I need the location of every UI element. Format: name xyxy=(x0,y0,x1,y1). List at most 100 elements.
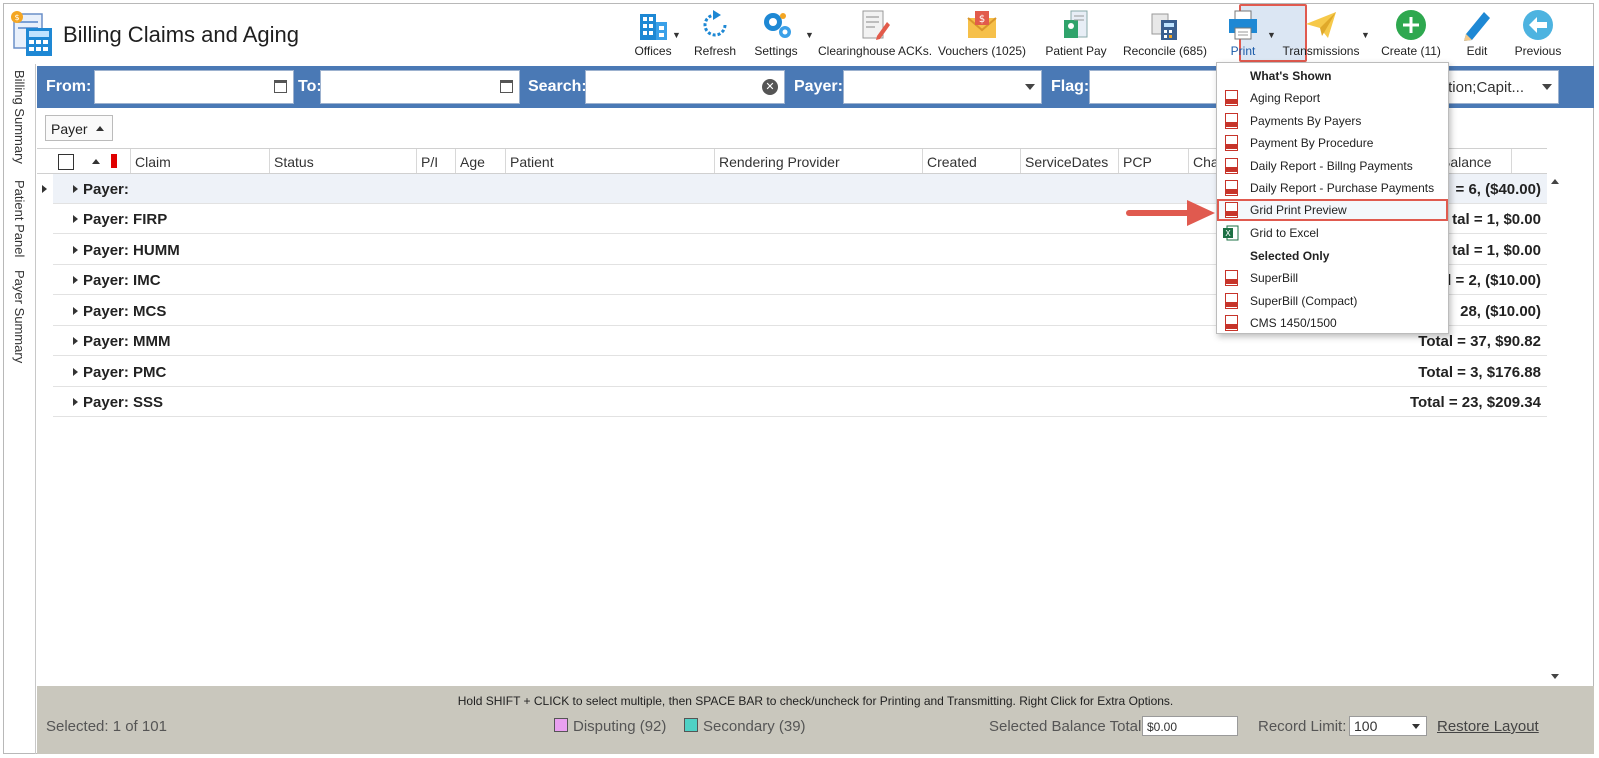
menu-item-grid-print-preview[interactable]: Grid Print Preview xyxy=(1217,199,1448,221)
disputing-swatch xyxy=(554,718,568,732)
column-header-claim[interactable]: Claim xyxy=(130,149,269,173)
pdf-icon xyxy=(1225,315,1238,331)
menu-item-daily-report-purchase-payments[interactable]: Daily Report - Purchase Payments xyxy=(1217,177,1448,199)
secondary-swatch xyxy=(684,718,698,732)
print-button[interactable]: Print xyxy=(1219,4,1267,62)
search-label: Search: xyxy=(528,78,587,95)
pdf-icon xyxy=(1225,113,1238,129)
menu-item-payments-by-payers[interactable]: Payments By Payers xyxy=(1217,110,1448,132)
vouchers-button[interactable]: $ Vouchers (1025) xyxy=(938,4,1026,62)
menu-item-payment-by-procedure[interactable]: Payment By Procedure xyxy=(1217,132,1448,154)
group-row[interactable]: Payer: PMC Total = 3, $176.88 xyxy=(53,357,1547,387)
transmissions-button[interactable]: Transmissions xyxy=(1282,4,1360,62)
menu-item-superbill-compact[interactable]: SuperBill (Compact) xyxy=(1217,290,1448,312)
menu-item-aging-report[interactable]: Aging Report xyxy=(1217,87,1448,109)
calendar-icon[interactable] xyxy=(274,80,287,93)
menu-item-grid-to-excel[interactable]: X Grid to Excel xyxy=(1217,222,1448,244)
patient-pay-button[interactable]: Patient Pay xyxy=(1042,4,1110,62)
calculator-icon xyxy=(1151,13,1177,40)
to-date-input[interactable] xyxy=(320,70,520,104)
settings-gear-icon xyxy=(764,13,791,38)
refresh-icon xyxy=(703,10,727,37)
side-tab-payer-summary[interactable]: Payer Summary xyxy=(12,270,27,363)
clearinghouse-acks-button[interactable]: Clearinghouse ACKs. xyxy=(818,4,932,62)
expand-arrow-icon[interactable] xyxy=(73,337,78,345)
pdf-icon xyxy=(1225,135,1238,151)
scroll-up-icon[interactable] xyxy=(1551,179,1559,184)
pencil-icon xyxy=(1464,12,1490,41)
envelope-money-icon: $ xyxy=(967,11,997,38)
sort-ascending-icon[interactable] xyxy=(92,159,100,164)
expand-arrow-icon[interactable] xyxy=(73,185,78,193)
calendar-icon[interactable] xyxy=(500,80,513,93)
menu-header-selected-only: Selected Only xyxy=(1250,249,1330,263)
menu-item-daily-report-billing-payments[interactable]: Daily Report - Billng Payments xyxy=(1217,155,1448,177)
transmissions-dropdown-caret[interactable]: ▼ xyxy=(1361,4,1371,62)
pdf-icon xyxy=(1225,270,1238,286)
group-by-payer-chip[interactable]: Payer xyxy=(45,115,113,141)
group-chip-label: Payer xyxy=(51,121,88,137)
expand-arrow-icon[interactable] xyxy=(73,246,78,254)
excel-icon: X xyxy=(1223,225,1239,241)
disputing-legend: Disputing (92) xyxy=(573,718,667,735)
to-label: To: xyxy=(298,78,322,95)
current-row-indicator xyxy=(42,185,47,193)
edit-button[interactable]: Edit xyxy=(1452,4,1502,62)
group-row[interactable]: Payer: SSS Total = 23, $209.34 xyxy=(53,387,1547,417)
pdf-icon xyxy=(1225,202,1238,218)
expand-arrow-icon[interactable] xyxy=(73,215,78,223)
scroll-down-icon[interactable] xyxy=(1551,674,1559,679)
grid-vertical-scrollbar[interactable] xyxy=(1547,174,1563,685)
svg-text:$: $ xyxy=(14,13,19,22)
billing-calculator-icon: $ xyxy=(11,11,52,56)
selection-hint: Hold SHIFT + CLICK to select multiple, t… xyxy=(457,694,1174,708)
restore-layout-link[interactable]: Restore Layout xyxy=(1437,718,1539,735)
svg-text:X: X xyxy=(1225,229,1231,238)
column-header-age[interactable]: Age xyxy=(455,149,505,173)
column-header-patient[interactable]: Patient xyxy=(505,149,714,173)
record-limit-label: Record Limit: xyxy=(1258,718,1347,735)
column-header-status[interactable]: Status xyxy=(269,149,416,173)
reconcile-button[interactable]: Reconcile (685) xyxy=(1120,4,1210,62)
menu-item-superbill[interactable]: SuperBill xyxy=(1217,267,1448,289)
flag-select-value: ation;Capit... xyxy=(1439,79,1524,96)
settings-dropdown-caret[interactable]: ▼ xyxy=(805,4,815,62)
payer-select[interactable] xyxy=(843,70,1042,104)
settings-button[interactable]: Settings xyxy=(748,4,804,62)
expand-arrow-icon[interactable] xyxy=(73,398,78,406)
expand-arrow-icon[interactable] xyxy=(73,368,78,376)
create-button[interactable]: Create (11) xyxy=(1378,4,1444,62)
expand-arrow-icon[interactable] xyxy=(73,307,78,315)
selected-balance-field: $0.00 xyxy=(1142,716,1238,736)
plus-circle-icon xyxy=(1396,10,1426,40)
column-header-pi[interactable]: P/I xyxy=(416,149,455,173)
column-header-created[interactable]: Created xyxy=(922,149,1020,173)
side-tab-billing-summary[interactable]: Billing Summary xyxy=(12,70,27,164)
chevron-down-icon xyxy=(1412,724,1420,729)
select-all-checkbox[interactable] xyxy=(58,154,74,170)
expand-arrow-icon[interactable] xyxy=(73,276,78,284)
flag-label: Flag: xyxy=(1051,78,1090,95)
record-limit-select[interactable]: 100 xyxy=(1349,716,1427,736)
column-header-rendering-provider[interactable]: Rendering Provider xyxy=(714,149,922,173)
flag-column-icon xyxy=(111,154,117,168)
print-dropdown-menu: What's Shown Aging Report Payments By Pa… xyxy=(1216,62,1449,334)
side-tab-patient-panel[interactable]: Patient Panel xyxy=(12,180,27,257)
chevron-down-icon xyxy=(1542,84,1552,90)
pdf-icon xyxy=(1225,293,1238,309)
column-header-pcp[interactable]: PCP xyxy=(1118,149,1188,173)
print-dropdown-caret[interactable]: ▼ xyxy=(1267,4,1277,62)
column-header-service-dates[interactable]: ServiceDates xyxy=(1020,149,1118,173)
paper-plane-icon xyxy=(1306,12,1336,38)
refresh-button[interactable]: Refresh xyxy=(690,4,740,62)
previous-button[interactable]: Previous xyxy=(1510,4,1566,62)
offices-dropdown-caret[interactable]: ▼ xyxy=(672,4,682,62)
from-date-input[interactable] xyxy=(94,70,294,104)
menu-item-cms-1450-1500[interactable]: CMS 1450/1500 xyxy=(1217,312,1448,334)
search-input[interactable]: ✕ xyxy=(585,70,785,104)
secondary-legend: Secondary (39) xyxy=(703,718,806,735)
offices-icon xyxy=(640,14,667,40)
annotation-arrow-icon xyxy=(1126,200,1215,226)
clear-search-icon[interactable]: ✕ xyxy=(762,79,778,95)
back-arrow-icon xyxy=(1523,10,1553,40)
